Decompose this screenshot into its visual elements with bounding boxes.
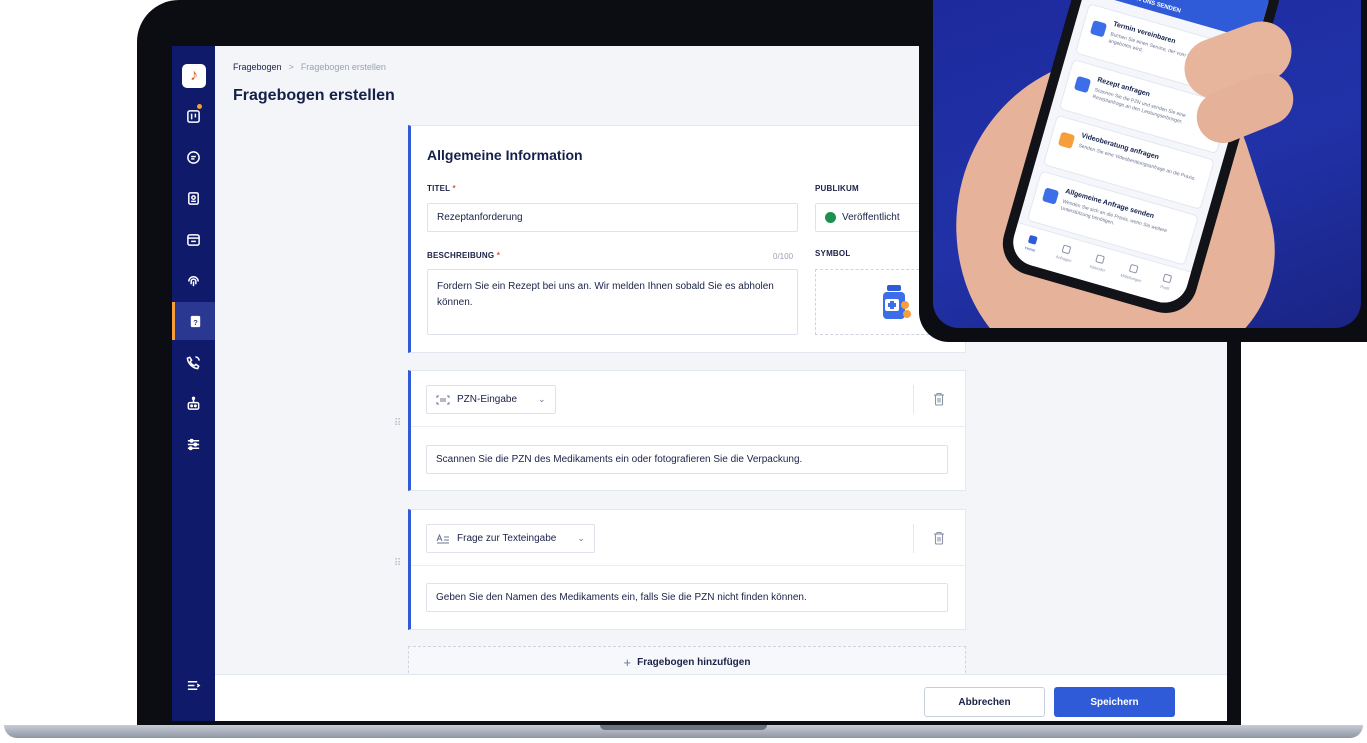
titel-input[interactable]: Rezeptanforderung [427,203,798,232]
prescription-icon [1073,75,1092,94]
mobile-tab-label: Home [1024,245,1036,253]
calendar-icon[interactable] [172,220,215,258]
trash-icon[interactable] [933,392,945,406]
beschreibung-textarea[interactable]: Fordern Sie ein Rezept bei uns an. Wir m… [427,269,798,335]
medicine-bottle-icon [883,285,911,319]
video-icon [1057,131,1076,149]
question-type-select[interactable]: PZN-Eingabe ⌄ [426,385,556,414]
menu-collapse-icon[interactable] [172,666,215,704]
publikum-label: PUBLIKUM [815,184,859,193]
profile-icon [1162,273,1173,284]
divider [411,426,965,427]
trash-icon[interactable] [933,531,945,545]
breadcrumb: Fragebogen > Fragebogen erstellen [233,62,386,72]
footer-bar: Abbrechen Speichern [215,674,1227,721]
question-type-label: PZN-Eingabe [457,394,518,405]
phone-icon[interactable] [172,343,215,381]
beschreibung-label-text: BESCHREIBUNG [427,251,495,260]
page-title: Fragebogen erstellen [233,87,395,104]
drag-handle-icon[interactable]: ⠿ [394,559,401,569]
mobile-tab[interactable]: Mitteilungen [1114,260,1151,285]
breadcrumb-parent[interactable]: Fragebogen [233,62,282,72]
mobile-tab-label: Mitteilungen [1120,272,1143,284]
mobile-tab[interactable]: Kalender [1080,251,1117,276]
divider [411,565,965,566]
robot-icon[interactable] [172,384,215,422]
required-mark: * [452,184,456,193]
sidebar: ♪ ? [172,46,215,721]
chat-icon[interactable] [172,138,215,176]
text-input-icon [436,533,449,543]
question-text-input[interactable]: Geben Sie den Namen des Medikaments ein,… [426,583,948,612]
beschreibung-label: BESCHREIBUNG * [427,251,500,260]
save-button[interactable]: Speichern [1054,687,1175,717]
char-counter: 0/100 [773,252,794,261]
notification-dot [197,104,202,109]
app-logo[interactable]: ♪ [182,64,206,88]
breadcrumb-separator: > [288,62,294,72]
svg-text:?: ? [193,317,198,326]
chevron-down-icon: ⌄ [538,394,546,404]
add-question-label: Fragebogen hinzufügen [637,656,751,668]
question-card: PZN-Eingabe ⌄ Scannen Sie die PZN des Me… [408,370,966,491]
separator [913,385,914,414]
chat-icon [1041,187,1060,205]
mobile-tab[interactable]: Anfragen [1047,241,1084,266]
contact-icon[interactable] [172,179,215,217]
messages-icon [1128,263,1139,274]
question-card: Frage zur Texteingabe ⌄ Geben Sie den Na… [408,509,966,630]
symbol-label: SYMBOL [815,249,851,258]
plus-icon: + [623,654,632,670]
breadcrumb-current: Fragebogen erstellen [300,62,386,72]
questionnaire-icon[interactable]: ? [172,302,215,340]
mobile-tab-label: Anfragen [1055,253,1073,264]
titel-label: TITEL * [427,184,456,193]
required-mark: * [496,251,501,260]
mobile-tab-label: Profil [1159,283,1170,292]
barcode-scan-icon [436,395,450,404]
calendar-icon [1089,20,1108,38]
calendar-icon [1095,254,1106,265]
board-icon[interactable] [172,97,215,135]
phone-overlay: FRAGE AN UNS SENDEN Termin vereinbaren B… [933,0,1361,328]
settings-sliders-icon[interactable] [172,425,215,463]
separator [913,524,914,553]
question-text-input[interactable]: Scannen Sie die PZN des Medikaments ein … [426,445,948,474]
general-info-card: Allgemeine Information TITEL * Rezeptanf… [408,125,975,353]
globe-icon [825,212,836,223]
question-type-label: Frage zur Texteingabe [457,533,557,544]
drag-handle-icon[interactable]: ⠿ [394,419,401,429]
mobile-tab[interactable]: Profil [1148,270,1185,295]
titel-label-text: TITEL [427,184,451,193]
chevron-down-icon: ⌄ [577,533,585,543]
laptop-notch [600,725,767,730]
marketing-stage: ♪ ? Fragebogen > Fragebogen erstellen Fr… [0,0,1367,743]
card-title: Allgemeine Information [427,147,583,163]
requests-icon [1061,244,1072,255]
mobile-tab[interactable]: Home [1013,231,1050,256]
cancel-button[interactable]: Abbrechen [924,687,1045,717]
publikum-value: Veröffentlicht [842,212,900,223]
mobile-tab-label: Kalender [1089,263,1106,273]
home-icon [1027,234,1038,245]
fingerprint-icon[interactable] [172,261,215,299]
question-type-select[interactable]: Frage zur Texteingabe ⌄ [426,524,595,553]
